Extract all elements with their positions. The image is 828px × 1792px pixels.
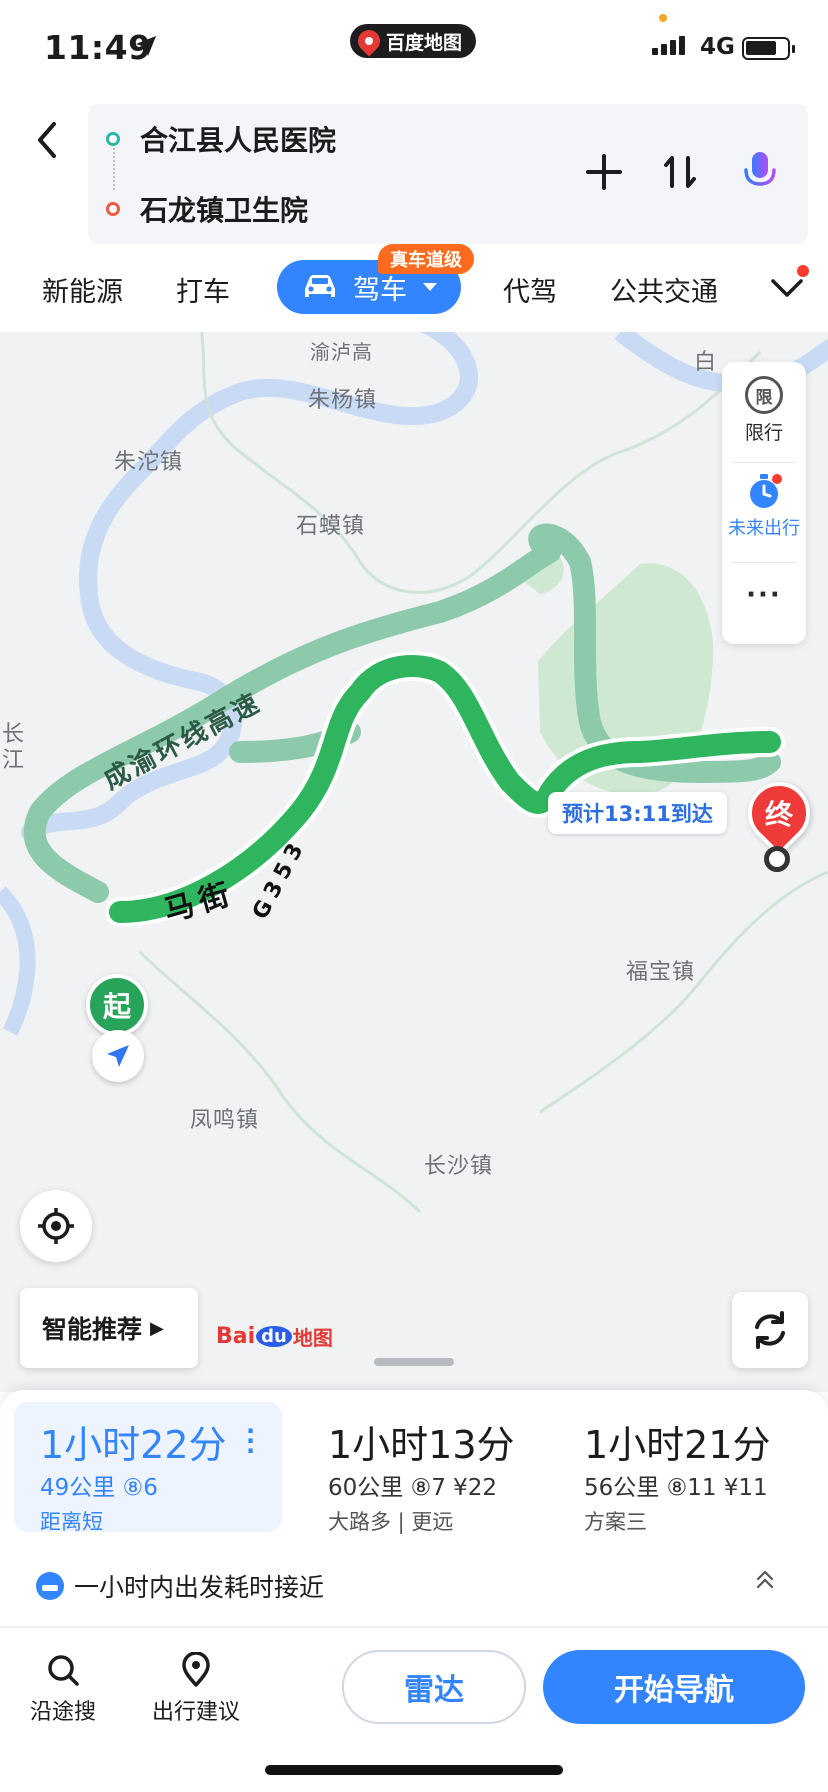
notification-dot: [797, 265, 809, 277]
origin-text: 合江县人民医院: [140, 124, 337, 157]
travel-advice-label: 出行建议: [152, 1700, 241, 1725]
travel-advice-button[interactable]: 出行建议: [152, 1652, 240, 1726]
status-bar: 11:49 百度地图 4G: [0, 0, 828, 100]
restriction-icon: 限: [745, 376, 783, 414]
future-travel-label: 未来出行: [728, 518, 800, 539]
map-label-luhu: 渝泸高: [310, 340, 373, 364]
screen: 11:49 百度地图 4G 合江县人民医院 石龙镇卫生院 新能源 打车 驾车 代…: [0, 0, 828, 1792]
stopwatch-icon: [750, 474, 782, 508]
tab-designated-driver[interactable]: 代驾: [503, 270, 557, 309]
sheet-grabber[interactable]: [374, 1358, 454, 1366]
swap-icon[interactable]: [656, 148, 704, 196]
map-label-shihuang: 石蟆镇: [296, 514, 366, 539]
map-label-zhutuo: 朱沱镇: [114, 450, 184, 475]
route-tag: 大路多 | 更远: [328, 1510, 454, 1534]
more-options-button[interactable]: ···: [722, 580, 806, 610]
route-meta: 56公里 ⑧11 ¥11: [584, 1475, 768, 1501]
map-label-changjiang: 长 江: [2, 722, 26, 773]
radar-button[interactable]: 雷达: [342, 1650, 526, 1724]
play-triangle-icon: ▶: [150, 1317, 164, 1339]
map-side-panel: 限 限行 未来出行 ···: [722, 362, 806, 644]
route-tag: 距离短: [40, 1510, 103, 1534]
origin-field[interactable]: 合江县人民医院: [88, 114, 548, 164]
map-label-bai: 白: [694, 350, 718, 375]
along-search-label: 沿途搜: [30, 1700, 97, 1725]
end-marker-label: 终: [764, 798, 793, 831]
search-icon: [48, 1655, 79, 1686]
map-label-fengming: 凤鸣镇: [190, 1108, 260, 1133]
route-meta: 49公里 ⑧6: [40, 1475, 158, 1501]
map-label-fubao: 福宝镇: [626, 960, 696, 985]
map-canvas: [0, 332, 828, 1214]
caret-down-icon: [423, 283, 437, 291]
microphone-icon[interactable]: [736, 148, 784, 196]
eta-bubble: 预计13:11到达: [548, 792, 727, 834]
crosshair-icon: [38, 1208, 74, 1244]
baidu-map-pin-icon: [353, 25, 385, 57]
destination-field[interactable]: 石龙镇卫生院: [88, 184, 548, 234]
departure-hint-text: 一小时内出发耗时接近: [74, 1573, 325, 1602]
destination-dot-icon: [106, 202, 120, 216]
map-label-changsha: 长沙镇: [424, 1154, 494, 1179]
chevron-down-icon[interactable]: [770, 276, 804, 300]
app-name: 百度地图: [386, 31, 463, 54]
tab-taxi[interactable]: 打车: [176, 270, 230, 309]
future-travel-button[interactable]: 未来出行: [722, 472, 806, 540]
battery-icon: [742, 37, 795, 60]
network-type: 4G: [700, 34, 735, 60]
start-marker: 起: [86, 974, 148, 1036]
map-view[interactable]: 渝泸高 朱杨镇 朱沱镇 石蟆镇 白 长 江 福宝镇 凤鸣镇 长沙镇 成渝环线高速…: [0, 332, 828, 1392]
home-indicator[interactable]: [265, 1765, 563, 1775]
route-option-1[interactable]: 1小时22分 · · · 49公里 ⑧6 距离短: [14, 1402, 282, 1534]
along-search-button[interactable]: 沿途搜: [30, 1652, 96, 1726]
route-duration: 1小时13分: [328, 1423, 515, 1467]
start-navigation-button[interactable]: 开始导航: [543, 1650, 805, 1724]
current-location-icon: [92, 1030, 144, 1082]
car-icon: [305, 275, 335, 297]
baidu-logo: Bai du 地图: [216, 1324, 333, 1350]
route-tag: 方案三: [584, 1510, 647, 1534]
location-pin-icon: [182, 1652, 210, 1687]
destination-ring-icon: [764, 846, 790, 872]
privacy-dot-icon: [659, 14, 667, 22]
plus-icon[interactable]: [580, 148, 628, 196]
clock-hint-icon: [36, 1572, 64, 1600]
more-vertical-icon[interactable]: · · ·: [246, 1419, 255, 1463]
refresh-icon: [755, 1311, 785, 1349]
destination-text: 石龙镇卫生院: [140, 194, 309, 227]
route-option-3[interactable]: 1小时21分 56公里 ⑧11 ¥11 方案三: [558, 1402, 818, 1534]
origin-dot-icon: [106, 132, 120, 146]
route-meta: 60公里 ⑧7 ¥22: [328, 1475, 498, 1501]
app-indicator[interactable]: 百度地图: [350, 24, 476, 58]
smart-recommend-label: 智能推荐: [42, 1315, 143, 1344]
back-arrow-icon[interactable]: [28, 118, 68, 162]
tab-public-transit[interactable]: 公共交通: [610, 270, 718, 309]
departure-hint[interactable]: 一小时内出发耗时接近: [36, 1566, 324, 1606]
map-label-zhuyang: 朱杨镇: [308, 388, 378, 413]
lane-level-badge: 真车道级: [378, 244, 474, 274]
route-duration: 1小时22分: [40, 1423, 227, 1467]
tab-new-energy[interactable]: 新能源: [42, 270, 123, 309]
restriction-label: 限行: [744, 422, 783, 444]
route-duration: 1小时21分: [584, 1423, 771, 1467]
restriction-button[interactable]: 限 限行: [722, 376, 806, 445]
smart-recommend-button[interactable]: 智能推荐 ▶: [20, 1288, 198, 1368]
location-arrow-icon: [136, 36, 156, 56]
refresh-button[interactable]: [732, 1292, 808, 1368]
signal-icon: [652, 36, 685, 55]
locate-me-button[interactable]: [20, 1190, 92, 1262]
route-option-2[interactable]: 1小时13分 60公里 ⑧7 ¥22 大路多 | 更远: [302, 1402, 552, 1534]
chevron-up-double-icon[interactable]: [754, 1568, 776, 1590]
